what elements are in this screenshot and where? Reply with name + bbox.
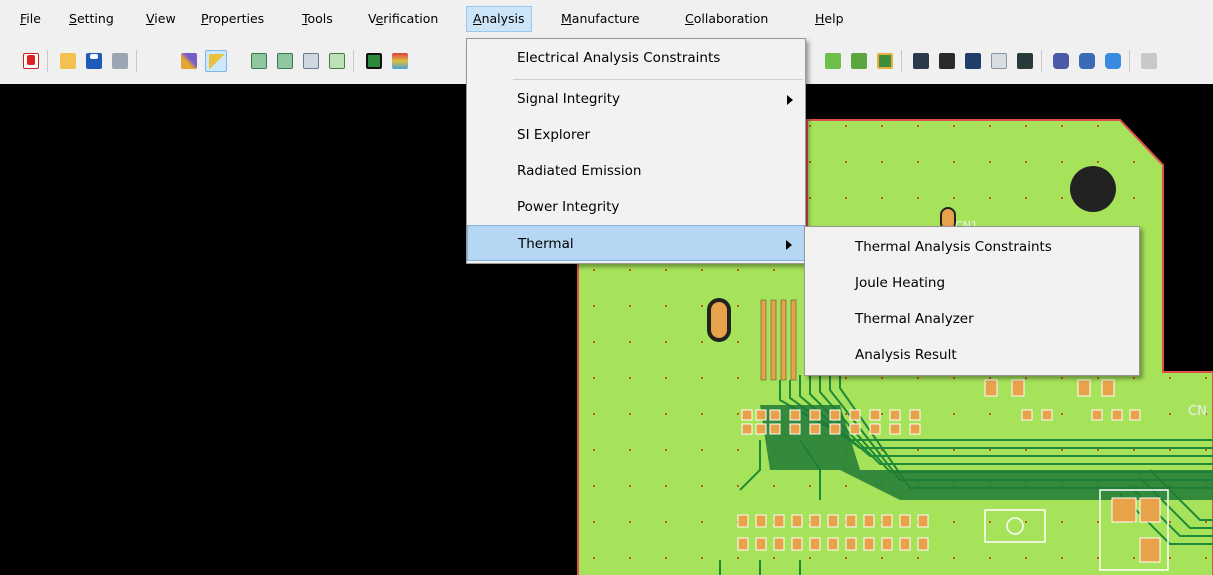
component-array-icon[interactable] <box>848 50 870 72</box>
view-mode-3-icon[interactable] <box>962 50 984 72</box>
menu-verification[interactable]: Verification <box>362 0 444 38</box>
toolbar-separator <box>353 50 354 72</box>
save-icon[interactable] <box>83 50 105 72</box>
menu-separator <box>513 79 803 80</box>
toolbar-separator <box>901 50 902 72</box>
menu-item-thermal[interactable]: Thermal <box>467 225 805 261</box>
open-folder-icon[interactable] <box>57 50 79 72</box>
component-green-icon[interactable] <box>822 50 844 72</box>
analysis-menu: Electrical Analysis Constraints Signal I… <box>466 38 806 264</box>
zoom-out-icon[interactable] <box>274 50 296 72</box>
view-mode-5-icon[interactable] <box>1014 50 1036 72</box>
zoom-area-icon[interactable] <box>300 50 322 72</box>
menu-manufacture[interactable]: Manufacture <box>555 0 646 38</box>
zoom-fit-icon[interactable] <box>326 50 348 72</box>
print-icon[interactable] <box>109 50 131 72</box>
menu-item-si-explorer[interactable]: SI Explorer <box>467 117 805 153</box>
view-mode-2-icon[interactable] <box>936 50 958 72</box>
layers-icon[interactable] <box>389 50 411 72</box>
component-place-icon[interactable] <box>874 50 896 72</box>
check-3-icon[interactable] <box>1102 50 1124 72</box>
menu-view[interactable]: View <box>140 0 182 38</box>
toolbar-separator <box>136 50 137 72</box>
menu-setting[interactable]: Setting <box>63 0 120 38</box>
view-mode-4-icon[interactable] <box>988 50 1010 72</box>
zoom-in-icon[interactable] <box>248 50 270 72</box>
route-icon[interactable] <box>178 50 200 72</box>
toolbar-separator <box>1041 50 1042 72</box>
menu-item-signal-integrity[interactable]: Signal Integrity <box>467 81 805 117</box>
menu-item-thermal-analyzer[interactable]: Thermal Analyzer <box>805 301 1139 337</box>
menu-properties[interactable]: Properties <box>195 0 270 38</box>
submenu-arrow-icon <box>787 95 793 105</box>
board-view-icon[interactable] <box>363 50 385 72</box>
toolbar-overflow-icon[interactable] <box>1138 50 1160 72</box>
menu-help[interactable]: Help <box>809 0 850 38</box>
select-cursor-icon[interactable] <box>205 50 227 72</box>
menu-item-electrical-analysis-constraints[interactable]: Electrical Analysis Constraints <box>467 40 805 76</box>
toolbar-separator <box>1129 50 1130 72</box>
menu-item-power-integrity[interactable]: Power Integrity <box>467 189 805 225</box>
submenu-arrow-icon <box>786 240 792 250</box>
view-mode-1-icon[interactable] <box>910 50 932 72</box>
menu-file[interactable]: File <box>14 0 47 38</box>
check-1-icon[interactable] <box>1050 50 1072 72</box>
cn-label: CN <box>1188 404 1207 419</box>
menu-tools[interactable]: Tools <box>296 0 339 38</box>
menu-item-analysis-result[interactable]: Analysis Result <box>805 337 1139 373</box>
close-design-icon[interactable] <box>20 50 42 72</box>
menu-item-joule-heating[interactable]: Joule Heating <box>805 265 1139 301</box>
connector-pad <box>707 298 731 342</box>
thermal-submenu: Thermal Analysis Constraints Joule Heati… <box>804 226 1140 376</box>
menu-analysis[interactable]: Analysis <box>466 6 532 32</box>
check-2-icon[interactable] <box>1076 50 1098 72</box>
menu-bar: File Setting View Properties Tools Verif… <box>0 0 1213 38</box>
mounting-hole <box>1070 166 1116 212</box>
menu-item-radiated-emission[interactable]: Radiated Emission <box>467 153 805 189</box>
menu-collaboration[interactable]: Collaboration <box>679 0 774 38</box>
menu-item-thermal-analysis-constraints[interactable]: Thermal Analysis Constraints <box>805 229 1139 265</box>
toolbar-separator <box>47 50 48 72</box>
